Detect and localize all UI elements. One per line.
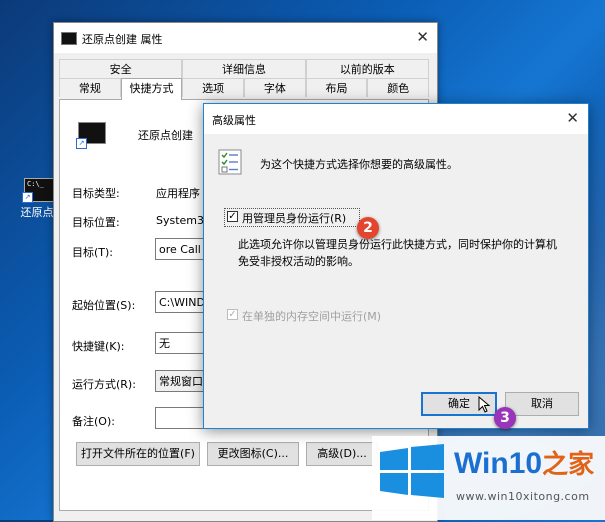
advanced-button[interactable]: 高级(D)... [306,442,378,466]
hotkey-input[interactable]: 无 [155,332,207,354]
watermark-brand: Win10之家 [454,444,594,481]
brand-main: Win10 [454,447,543,480]
run-as-admin-description: 此选项允许你以管理员身份运行此快捷方式，同时保护你的计算机 免受非授权活动的影响… [238,236,578,270]
target-input[interactable]: ore Call C [155,238,207,260]
close-icon[interactable]: ✕ [416,28,429,46]
target-location-label: 目标位置: [72,216,120,229]
shortcut-arrow-icon: ↗ [22,192,33,203]
dialog-titlebar: 高级属性 ✕ [204,104,588,134]
target-type-value: 应用程序 [156,187,200,200]
advanced-properties-dialog: 高级属性 ✕ 为这个快捷方式选择你想要的高级属性。 ✓ 用管理员身份运行(R) … [203,103,589,429]
description-line-1: 此选项允许你以管理员身份运行此快捷方式，同时保护你的计算机 [238,238,557,251]
tab-details[interactable]: 详细信息 [182,59,306,78]
properties-titlebar: 还原点创建 属性 ✕ [54,23,437,53]
step-3-badge: 3 [494,407,516,429]
run-as-admin-checkbox[interactable]: ✓ [227,211,238,222]
tab-colors[interactable]: 颜色 [367,78,430,97]
step-2-badge: 2 [357,217,379,239]
start-in-input[interactable]: C:\WIND [155,291,207,313]
tab-general[interactable]: 常规 [59,78,121,97]
comment-input[interactable] [155,407,207,429]
comment-label: 备注(O): [72,415,115,428]
dialog-title: 高级属性 [212,114,256,127]
separate-memory-label: 在单独的内存空间中运行(M) [242,310,382,323]
cursor-icon [478,396,491,413]
watermark-url: www.win10xitong.com [456,490,590,503]
target-type-label: 目标类型: [72,187,120,200]
tab-security[interactable]: 安全 [59,59,183,78]
tab-options[interactable]: 选项 [182,78,245,97]
run-select[interactable]: 常规窗口 [155,370,207,392]
shortcut-arrow-icon: ↗ [76,138,87,149]
run-as-admin-label[interactable]: 用管理员身份运行(R) [242,210,346,226]
tab-previous-versions[interactable]: 以前的版本 [305,59,429,78]
window-title: 还原点创建 属性 [82,33,163,46]
separate-memory-checkbox: ✓ [227,309,238,320]
windows-logo-icon [380,444,444,498]
target-label: 目标(T): [72,246,114,259]
brand-suffix: 之家 [542,449,595,479]
checklist-icon [218,149,242,175]
description-line-2: 免受非授权活动的影响。 [238,255,359,268]
cmd-icon [61,32,77,45]
dialog-header-text: 为这个快捷方式选择你想要的高级属性。 [260,158,458,171]
watermark: Win10之家 www.win10xitong.com [372,436,605,520]
open-file-location-button[interactable]: 打开文件所在的位置(F) [76,442,200,466]
close-icon[interactable]: ✕ [566,109,579,127]
tab-strip: 安全 详细信息 以前的版本 常规 快捷方式 选项 字体 布局 颜色 [59,59,430,100]
tab-font[interactable]: 字体 [244,78,306,97]
app-name: 还原点创建 [138,129,193,142]
change-icon-button[interactable]: 更改图标(C)... [207,442,299,466]
hotkey-label: 快捷键(K): [72,340,125,353]
tab-shortcut[interactable]: 快捷方式 [120,78,183,100]
tab-layout[interactable]: 布局 [305,78,368,97]
run-label: 运行方式(R): [72,378,136,391]
cancel-button[interactable]: 取消 [505,392,579,416]
start-in-label: 起始位置(S): [72,299,136,312]
